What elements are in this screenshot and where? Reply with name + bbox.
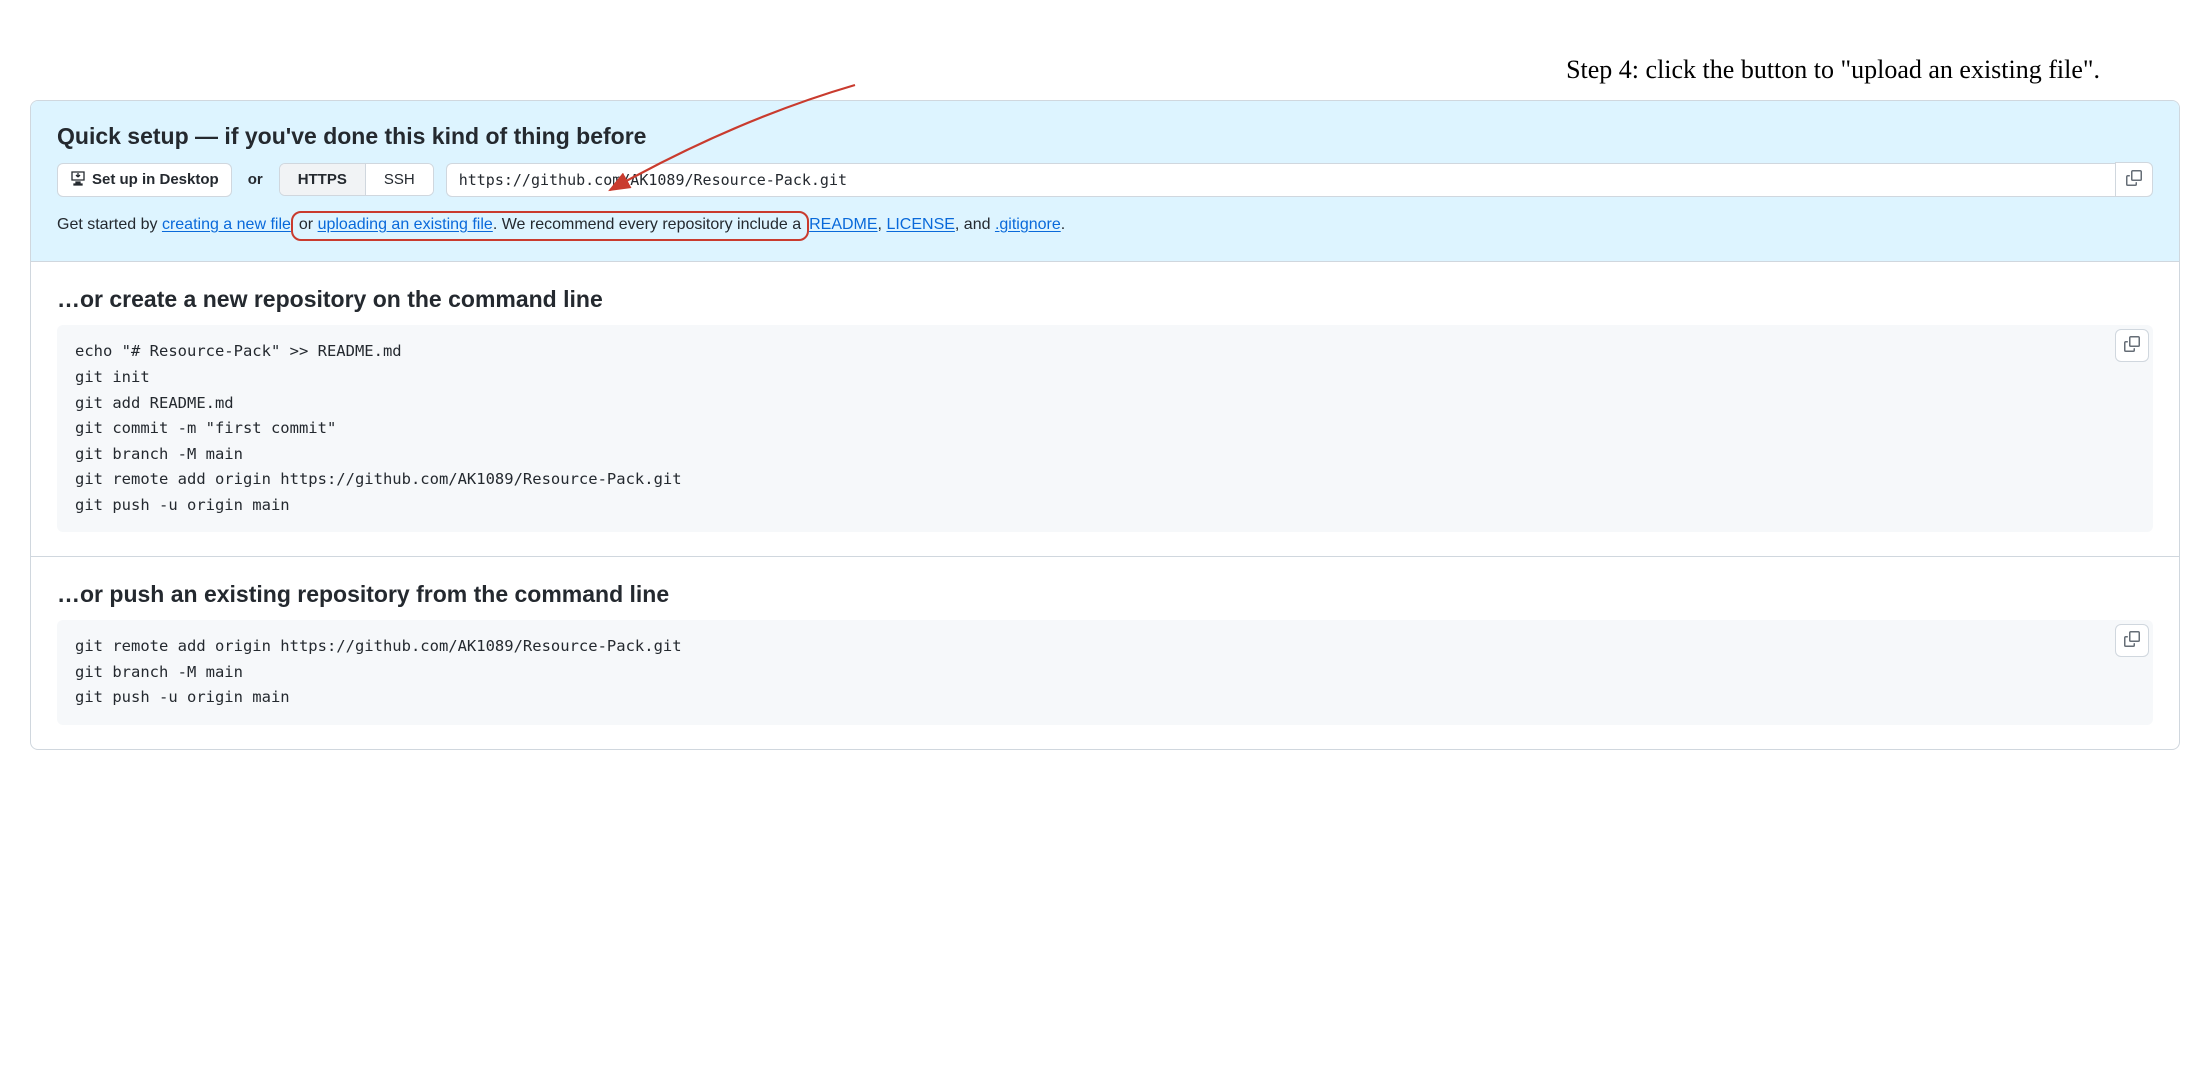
push-repo-title: …or push an existing repository from the… — [57, 581, 2153, 608]
repo-setup-panel: Quick setup — if you've done this kind o… — [30, 100, 2180, 750]
link-readme[interactable]: README — [809, 216, 877, 233]
desktop-button-label: Set up in Desktop — [92, 171, 219, 188]
quick-setup-section: Quick setup — if you've done this kind o… — [31, 101, 2179, 262]
setup-controls-row: Set up in Desktop or HTTPS SSH — [57, 162, 2153, 197]
link-create-new-file[interactable]: creating a new file — [162, 216, 291, 233]
link-gitignore[interactable]: .gitignore — [995, 216, 1061, 233]
tab-https[interactable]: HTTPS — [280, 164, 365, 195]
tutorial-annotation: Step 4: click the button to "upload an e… — [1566, 55, 2100, 85]
link-upload-existing-file[interactable]: uploading an existing file — [318, 216, 493, 233]
copy-icon — [2124, 631, 2140, 650]
create-repo-section: …or create a new repository on the comma… — [31, 262, 2179, 557]
upload-link-highlight: or uploading an existing file. We recomm… — [291, 211, 809, 241]
or-separator: or — [232, 171, 279, 188]
clone-url-input[interactable] — [446, 163, 2115, 197]
link-license[interactable]: LICENSE — [886, 216, 954, 233]
tab-ssh[interactable]: SSH — [365, 164, 433, 195]
push-repo-codeblock: git remote add origin https://github.com… — [57, 620, 2153, 725]
helper-text-part: . We recommend every repository include … — [493, 216, 801, 233]
copy-push-code-button[interactable] — [2115, 624, 2149, 657]
copy-icon — [2126, 170, 2142, 189]
push-repo-section: …or push an existing repository from the… — [31, 557, 2179, 749]
helper-text-part: . — [1061, 216, 1065, 233]
copy-create-code-button[interactable] — [2115, 329, 2149, 362]
copy-url-button[interactable] — [2115, 162, 2153, 197]
helper-text-part: , and — [955, 216, 995, 233]
push-repo-code[interactable]: git remote add origin https://github.com… — [75, 634, 2135, 711]
copy-icon — [2124, 336, 2140, 355]
helper-text-part: Get started by — [57, 216, 162, 233]
quick-setup-title: Quick setup — if you've done this kind o… — [57, 123, 2153, 150]
create-repo-codeblock: echo "# Resource-Pack" >> README.md git … — [57, 325, 2153, 532]
helper-text: Get started by creating a new file or up… — [57, 211, 2153, 241]
setup-in-desktop-button[interactable]: Set up in Desktop — [57, 163, 232, 197]
protocol-tabs: HTTPS SSH — [279, 163, 434, 196]
create-repo-code[interactable]: echo "# Resource-Pack" >> README.md git … — [75, 339, 2135, 518]
create-repo-title: …or create a new repository on the comma… — [57, 286, 2153, 313]
helper-text-part: or — [299, 216, 318, 233]
desktop-download-icon — [70, 170, 86, 190]
